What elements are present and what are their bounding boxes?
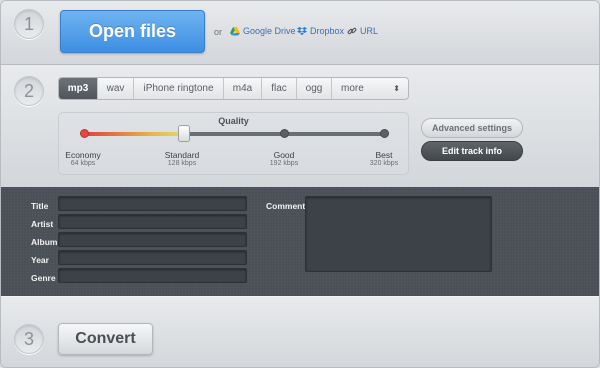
- up-down-arrows-icon: ⬍: [393, 84, 400, 93]
- quality-label-good: Good: [273, 150, 295, 160]
- quality-slider-handle[interactable]: [178, 125, 190, 142]
- url-link[interactable]: URL: [347, 26, 378, 36]
- dropbox-label: Dropbox: [310, 26, 345, 36]
- quality-stop-economy[interactable]: [80, 129, 89, 138]
- comment-field[interactable]: [305, 196, 492, 272]
- quality-sub-economy: 64 kbps: [70, 160, 96, 167]
- step-1-section: 1 Open files or Google Drive Dropbox URL: [1, 1, 599, 65]
- step-3-number: 3: [14, 324, 44, 354]
- format-tabs: mp3 wav iPhone ringtone m4a flac ogg mor…: [58, 77, 409, 100]
- artist-label: Artist: [31, 219, 54, 229]
- album-label: Album: [31, 237, 58, 247]
- quality-slider-fill: [84, 132, 184, 136]
- tab-ogg[interactable]: ogg: [297, 78, 332, 99]
- comment-label: Comment: [266, 201, 306, 211]
- tab-wav[interactable]: wav: [98, 78, 134, 99]
- quality-stop-best[interactable]: [380, 129, 389, 138]
- year-field[interactable]: [58, 250, 247, 265]
- quality-sub-good: 192 kbps: [269, 160, 299, 167]
- quality-stop-good[interactable]: [280, 129, 289, 138]
- convert-button[interactable]: Convert: [58, 323, 153, 355]
- quality-slider[interactable]: [80, 125, 389, 142]
- step-2-number: 2: [14, 76, 44, 106]
- audio-converter-window: 1 Open files or Google Drive Dropbox URL…: [0, 0, 600, 368]
- quality-panel: Quality Economy 64 kbps Standard 128 kbp…: [58, 112, 409, 175]
- tab-mp3[interactable]: mp3: [59, 78, 98, 99]
- google-drive-icon: [230, 27, 240, 36]
- or-label: or: [214, 27, 223, 37]
- open-files-button[interactable]: Open files: [60, 10, 205, 53]
- quality-sub-best: 320 kbps: [369, 160, 399, 167]
- title-field[interactable]: [58, 196, 247, 211]
- quality-title: Quality: [218, 116, 249, 126]
- quality-sub-standard: 128 kbps: [167, 160, 197, 167]
- advanced-settings-button[interactable]: Advanced settings: [421, 118, 523, 138]
- tab-iphone-ringtone[interactable]: iPhone ringtone: [134, 78, 224, 99]
- genre-field[interactable]: [58, 268, 247, 283]
- dropbox-link[interactable]: Dropbox: [297, 26, 344, 36]
- album-field[interactable]: [58, 232, 247, 247]
- step-1-number: 1: [14, 9, 44, 39]
- url-label: URL: [360, 26, 379, 36]
- edit-track-info-button[interactable]: Edit track info: [421, 141, 523, 161]
- year-label: Year: [31, 255, 49, 265]
- google-drive-label: Google Drive: [243, 26, 296, 36]
- quality-label-economy: Economy: [65, 150, 101, 160]
- artist-field[interactable]: [58, 214, 247, 229]
- google-drive-link[interactable]: Google Drive: [230, 26, 296, 36]
- tab-flac[interactable]: flac: [262, 78, 297, 99]
- genre-label: Genre: [31, 273, 56, 283]
- link-icon: [347, 27, 357, 35]
- track-info-panel: Title Artist Album Year Genre Comment: [1, 187, 599, 296]
- tab-m4a[interactable]: m4a: [224, 78, 262, 99]
- quality-label-best: Best: [375, 150, 393, 160]
- tab-more-label: more: [341, 83, 364, 94]
- dropbox-icon: [297, 27, 307, 35]
- title-label: Title: [31, 201, 49, 211]
- quality-label-standard: Standard: [164, 150, 200, 160]
- tab-more[interactable]: more ⬍: [332, 78, 408, 99]
